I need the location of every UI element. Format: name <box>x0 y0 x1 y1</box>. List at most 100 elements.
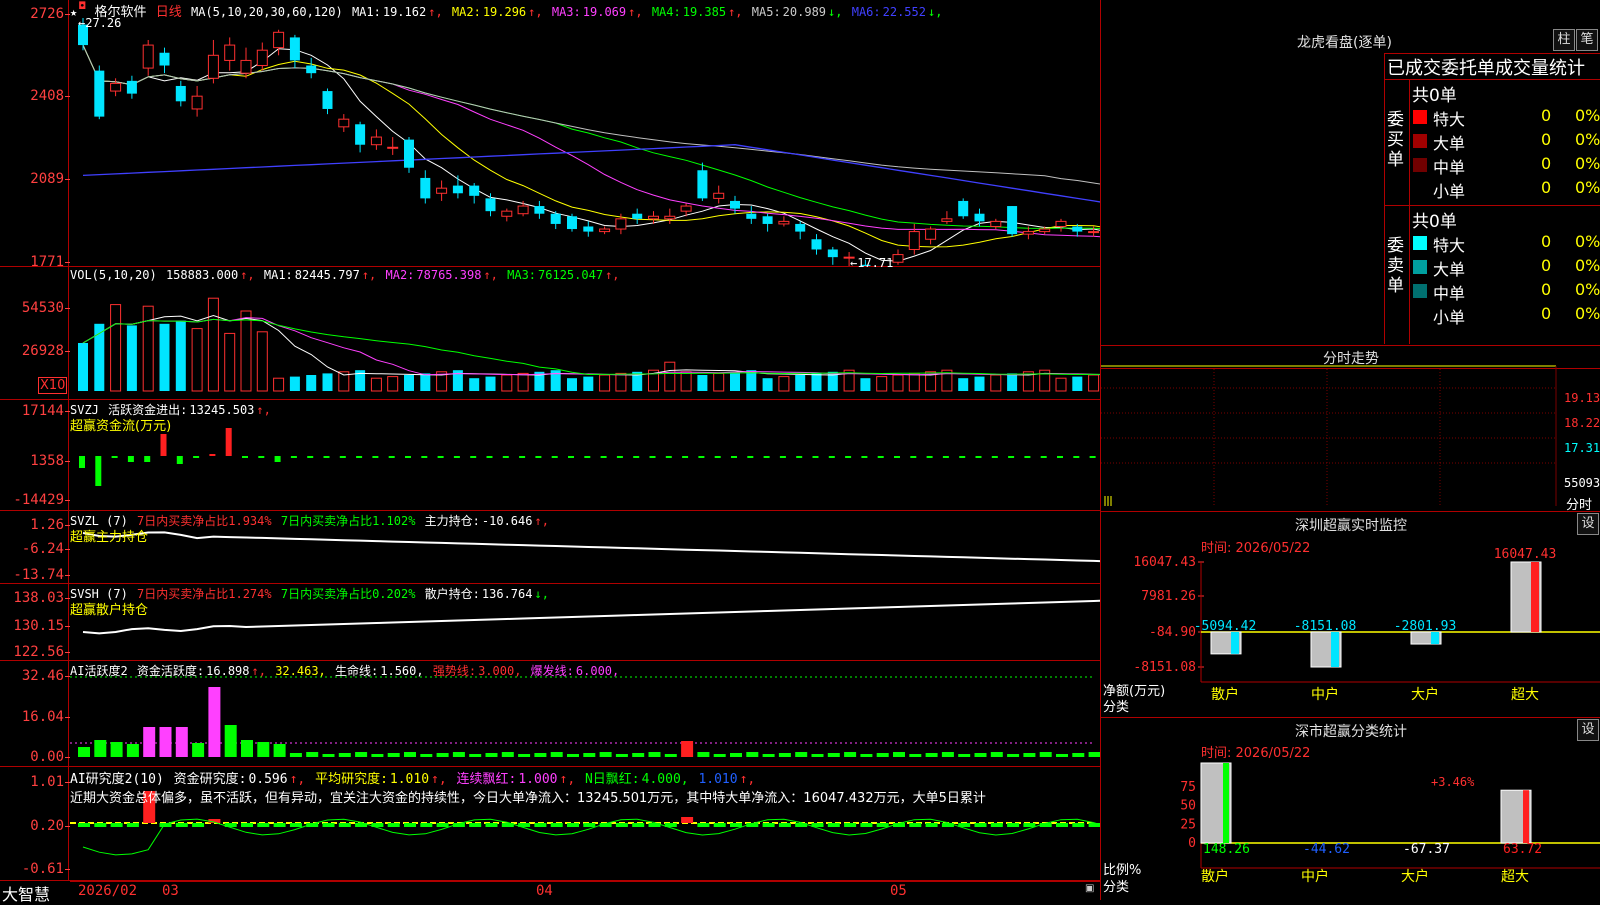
star-icon[interactable]: ★ <box>70 5 77 19</box>
volume-ma-line <box>82 314 1100 376</box>
sz-class-tick: 50 <box>1180 799 1196 814</box>
x-label: 05 <box>890 883 907 899</box>
ai-active-bar <box>778 753 791 757</box>
candle <box>648 215 659 220</box>
sz-class-category: 散户 <box>1201 868 1229 885</box>
svzj-bar <box>209 454 216 456</box>
ai-research-bar <box>925 823 938 827</box>
intraday-tick: 19.13 <box>1564 391 1600 405</box>
volume-bar <box>306 375 317 391</box>
ai-active-bar <box>893 752 905 757</box>
sz-class-category: 超大 <box>1501 869 1529 885</box>
svzj-bar <box>828 456 835 458</box>
flag-icon[interactable]: ◘ <box>79 1 85 12</box>
ai-active-bar <box>485 753 498 757</box>
sell-color-swatch <box>1413 284 1427 298</box>
svzj-bar <box>95 456 102 486</box>
ai-research-bar <box>289 823 302 827</box>
ai-research-bar <box>404 823 416 827</box>
candle <box>207 54 219 79</box>
buy-row: 特大 0 0% <box>1411 106 1600 129</box>
sz-monitor-tick: -8151.08 <box>1133 660 1196 675</box>
svzj-bar <box>193 456 200 458</box>
sz-monitor-bar-label: 16047.43 <box>1494 547 1557 562</box>
svzj-bar <box>502 456 509 458</box>
svzj-bar <box>111 456 118 458</box>
volume-bar <box>1088 374 1100 392</box>
candlestick-chart[interactable] <box>0 0 1100 266</box>
ai-active-bar <box>567 754 579 757</box>
sz-class-bar-label: 63.72 <box>1503 842 1542 857</box>
sell-row-count: 0 <box>1541 304 1552 323</box>
ma-header: ★ ◘ 格尔软件 日线 MA(5,10,20,30,60,120) MA1: 19.… <box>70 1 946 20</box>
buy-row-name: 小单 <box>1433 182 1466 201</box>
ai-active-bar <box>126 744 139 757</box>
candle <box>550 213 561 224</box>
volume-bar <box>713 372 725 392</box>
ai-active-bar <box>550 752 563 757</box>
volume-bar <box>908 372 920 392</box>
bar-view-button[interactable]: 柱 <box>1553 29 1575 51</box>
ai-active-bar <box>941 752 954 757</box>
svzj-bar <box>796 456 803 458</box>
sz-class-chart[interactable]: 75 50 25 0 148.26 散户 -44.62 中户 -67.37 大户 63.72 超大 +3… <box>1101 718 1600 900</box>
candle <box>240 59 252 74</box>
max-price-label: ←27.26 <box>78 16 122 30</box>
candle <box>469 185 480 196</box>
ai-research-bar <box>730 823 742 827</box>
sell-total: 共0单 <box>1412 212 1457 232</box>
lock-icon[interactable]: ▣ <box>1085 883 1094 894</box>
sz-monitor-panel[interactable]: 深圳超赢实时监控 设 时间: 2026/05/22 16047.43 7981.2… <box>1100 512 1600 718</box>
svzj-bar <box>991 456 998 458</box>
ai-active-bar <box>110 742 123 757</box>
volume-bar <box>175 320 186 391</box>
ai-research-bar <box>534 823 547 827</box>
sell-row-pct: 0% <box>1575 256 1600 275</box>
candle <box>256 49 268 67</box>
svzl-panel[interactable]: 1.26 -6.24 -13.74 SVZL (7) 7日内买卖净占比1.934… <box>0 511 1100 584</box>
svsh-panel[interactable]: 138.03 130.15 122.56 SVSH (7) 7日内买卖净占比1.… <box>0 584 1100 661</box>
volume-chart[interactable] <box>0 267 1100 399</box>
svzj-bar <box>568 456 574 458</box>
svzj-bar <box>453 456 460 458</box>
ai-active-bar <box>583 753 596 757</box>
ai-active-bar <box>1088 752 1100 757</box>
volume-bar <box>974 376 985 391</box>
ai-active-bar <box>632 753 645 757</box>
ai-research-bar <box>1007 823 1020 827</box>
candle <box>615 218 627 230</box>
sell-row: 小单 0 0% <box>1411 304 1600 327</box>
ai-active-panel[interactable]: 32.46 16.04 0.00 AI活跃度2 资金活跃度: 16.898 ↑, 3… <box>0 661 1100 767</box>
svzj-bar <box>421 456 428 458</box>
svzj-bar <box>160 434 167 456</box>
pen-view-button[interactable]: 笔 <box>1576 29 1598 51</box>
intraday-tick: 18.22 <box>1564 416 1600 430</box>
intraday-chart[interactable] <box>1101 346 1600 511</box>
candle <box>567 216 577 230</box>
x-axis-line <box>70 881 1100 882</box>
candle <box>534 206 545 214</box>
volume-bar <box>420 373 431 391</box>
svzj-bar <box>731 456 737 458</box>
ma-label: MA4: <box>651 5 681 19</box>
dragon-panel: 龙虎看盘(逐单) 柱 笔 已成交委托单成交量统计 委买单 共0单 特大 0 0% 大单… <box>1100 0 1600 346</box>
sz-class-panel[interactable]: 深市超赢分类统计 设 时间: 2026/05/22 75 50 25 0 148.26 散… <box>1100 718 1600 900</box>
volume-ma-line <box>82 317 1100 376</box>
candle <box>664 215 676 220</box>
ai-active-bar <box>289 753 302 757</box>
ai-research-bar <box>94 823 107 827</box>
period-label[interactable]: 日线 <box>156 5 182 20</box>
sz-monitor-chart[interactable]: 16047.437981.26-84.90-8151.08-5094.42散户-… <box>1101 512 1600 717</box>
ai-research-panel[interactable]: 1.01 0.20 -0.61 AI研究度2(10) 资金研究度: 0.596 ↑,… <box>0 767 1100 881</box>
volume-panel[interactable]: 54530 26928 X10 VOL(5,10,20) 158883.000 ↑… <box>0 267 1100 400</box>
svzj-panel[interactable]: 17144 1358 -14429 SVZJ 活跃资金进出: 13245.503 ↑… <box>0 400 1100 511</box>
candle <box>1022 231 1034 235</box>
sz-monitor-bar-label: -5094.42 <box>1194 619 1257 634</box>
ma-arrow: ↓, <box>828 5 850 19</box>
svzj-bar <box>405 456 411 458</box>
price-panel[interactable]: 2726 2408 2089 1771 ★ ◘ 格尔软件 日线 MA(5,10,2… <box>0 0 1100 270</box>
vol-ma-label: MA3: <box>507 268 537 282</box>
vol-ma-value: 76125.047 <box>538 268 604 282</box>
svzj-bar <box>242 456 248 458</box>
intraday-panel[interactable]: 分时走势 19.13 18.22 17.31 55093 分时 <box>1100 346 1600 513</box>
